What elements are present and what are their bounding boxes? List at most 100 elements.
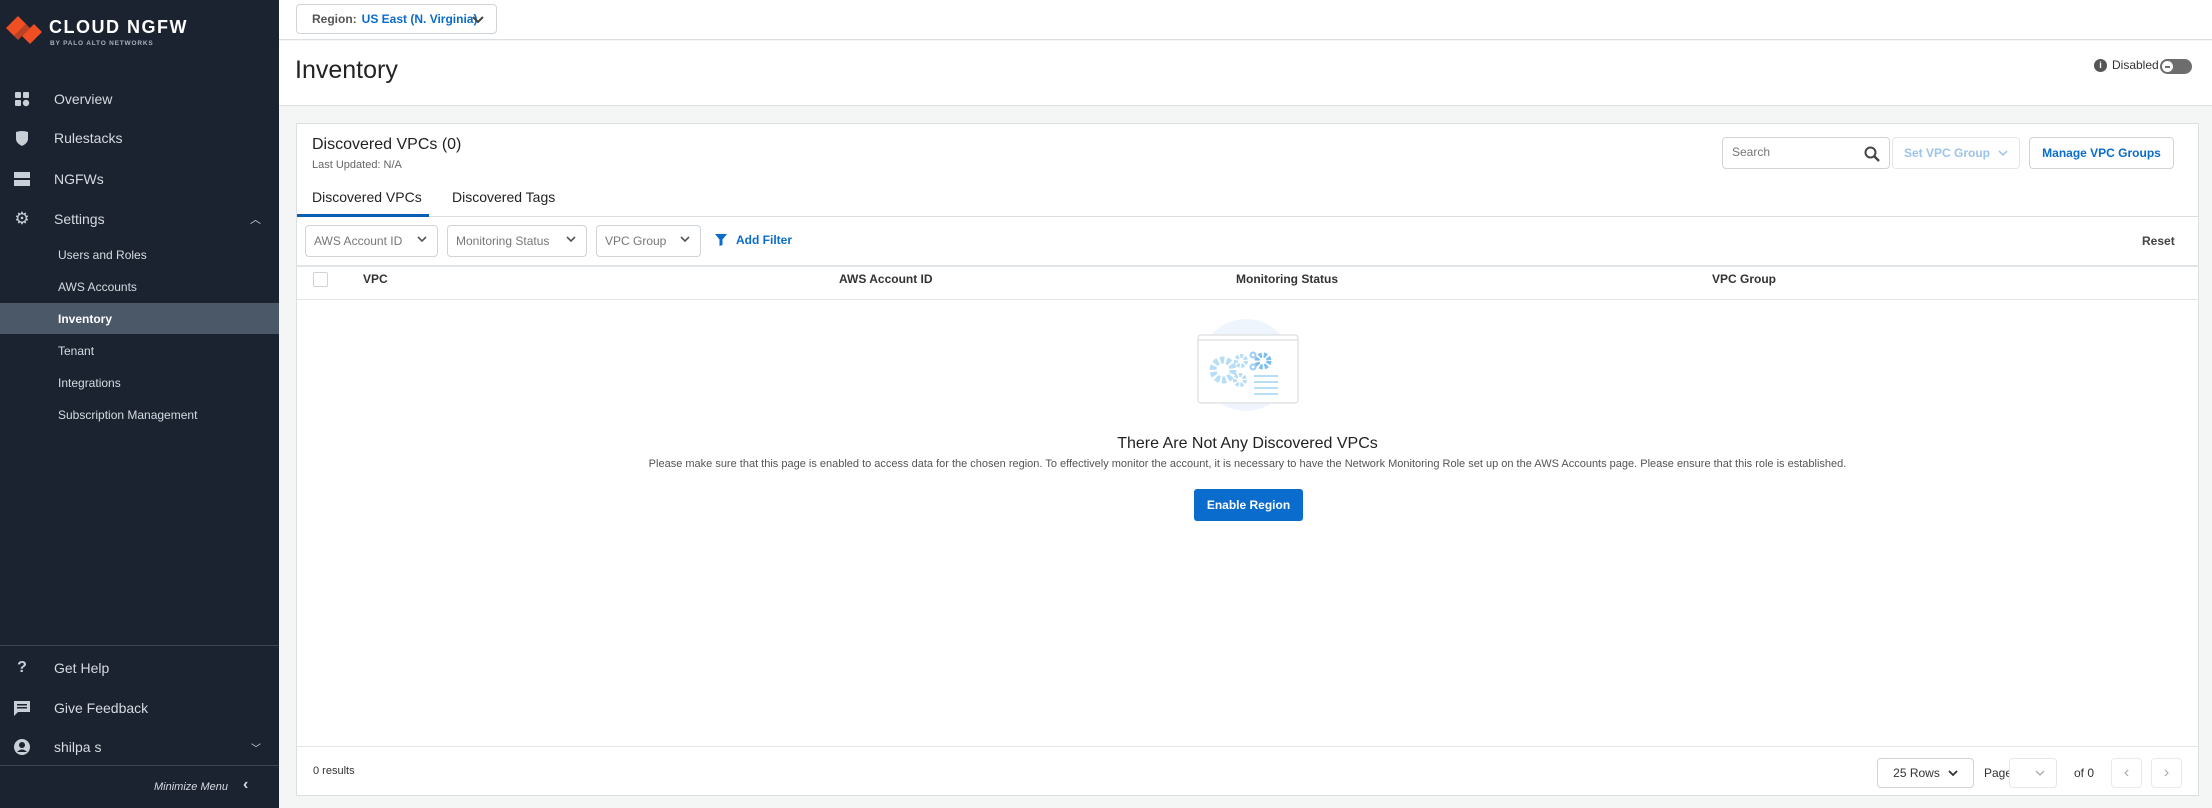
toggle-knob — [2162, 61, 2173, 72]
empty-state-illustration-icon — [1197, 319, 1299, 411]
info-icon[interactable]: i — [2094, 59, 2107, 72]
empty-state-title: There Are Not Any Discovered VPCs — [1117, 435, 1378, 452]
chevron-down-icon — [1998, 149, 2008, 156]
chevron-down-icon — [680, 236, 690, 243]
sidebar-item-overview[interactable]: Overview — [0, 83, 279, 115]
column-header-vpc-group[interactable]: VPC Group — [1712, 272, 1776, 286]
enable-region-button[interactable]: Enable Region — [1194, 489, 1303, 521]
page-select[interactable] — [2009, 758, 2057, 788]
region-selector[interactable]: Region: US East (N. Virginia) — [296, 4, 497, 34]
results-count: 0 results — [313, 765, 355, 777]
chevron-down-icon — [2035, 770, 2045, 776]
page-label: Page — [1984, 766, 2013, 780]
chevron-down-icon — [417, 236, 427, 243]
filter-label: Monitoring Status — [456, 234, 550, 248]
sidebar-subitem-label: Tenant — [58, 343, 95, 358]
last-updated: Last Updated: N/A — [312, 159, 402, 171]
chevron-down-icon — [566, 236, 576, 243]
sidebar-subitem-users-and-roles[interactable]: Users and Roles — [0, 239, 279, 270]
page-title: Inventory — [295, 56, 398, 84]
brand-subtitle: BY PALO ALTO NETWORKS — [50, 40, 154, 47]
status-toggle[interactable] — [2160, 59, 2192, 74]
active-tab-indicator — [297, 214, 429, 217]
inventory-card: Discovered VPCs (0) Last Updated: N/A Se… — [296, 123, 2199, 796]
status-label: Disabled — [2112, 58, 2159, 72]
sidebar-subitem-label: Inventory — [58, 311, 113, 326]
chevron-right-icon: › — [2163, 764, 2170, 781]
search-input[interactable] — [1732, 145, 1852, 159]
minus-icon — [2165, 66, 2170, 68]
sidebar-item-label: Rulestacks — [54, 130, 123, 146]
filter-aws-account-id[interactable]: AWS Account ID — [305, 225, 438, 257]
sidebar-item-label: Settings — [54, 211, 105, 227]
filter-vpc-group[interactable]: VPC Group — [596, 225, 701, 257]
tab-discovered-vpcs[interactable]: Discovered VPCs — [312, 189, 422, 205]
reset-button[interactable]: Reset — [2142, 234, 2175, 248]
page-total: of 0 — [2074, 766, 2095, 780]
add-filter-button[interactable]: Add Filter — [715, 233, 792, 247]
select-all-checkbox[interactable] — [313, 272, 328, 287]
table-header-border — [297, 299, 2198, 300]
divider — [0, 765, 279, 766]
sidebar-item-rulestacks[interactable]: Rulestacks — [0, 122, 279, 154]
feedback-icon — [13, 699, 31, 717]
sidebar-item-settings[interactable]: ⚙ Settings ︿ — [0, 203, 279, 235]
filter-monitoring-status[interactable]: Monitoring Status — [447, 225, 587, 257]
sidebar-subitem-subscription-management[interactable]: Subscription Management — [0, 399, 279, 430]
sidebar-subitem-label: Users and Roles — [58, 247, 147, 262]
rows-label: 25 Rows — [1893, 766, 1940, 780]
sidebar-item-get-help[interactable]: ? Get Help — [0, 652, 279, 684]
sidebar-subitem-label: Integrations — [58, 375, 121, 390]
sidebar-subitem-aws-accounts[interactable]: AWS Accounts — [0, 271, 279, 302]
sidebar-subitem-label: AWS Accounts — [58, 279, 137, 294]
sidebar-item-label: Get Help — [54, 660, 110, 676]
next-page-button[interactable]: › — [2151, 758, 2182, 788]
chevron-down-icon — [1948, 769, 1958, 776]
sidebar-item-label: Give Feedback — [54, 700, 149, 716]
sidebar-subitem-tenant[interactable]: Tenant — [0, 335, 279, 366]
column-header-aws-account-id[interactable]: AWS Account ID — [839, 272, 933, 286]
user-name: shilpa s — [54, 739, 102, 755]
footer-divider — [297, 746, 2198, 747]
shield-icon — [13, 129, 31, 147]
region-label: Region: — [312, 12, 357, 26]
sidebar-subitem-integrations[interactable]: Integrations — [0, 367, 279, 398]
region-value: US East (N. Virginia) — [361, 12, 478, 26]
palo-alto-logo-icon — [6, 16, 42, 44]
help-icon: ? — [17, 659, 27, 676]
tab-divider — [297, 216, 2198, 217]
sidebar-subitem-inventory[interactable]: Inventory — [0, 303, 279, 334]
rows-per-page-select[interactable]: 25 Rows — [1877, 758, 1974, 788]
sidebar-item-label: Overview — [54, 91, 113, 107]
add-filter-label: Add Filter — [736, 233, 792, 247]
column-header-monitoring-status[interactable]: Monitoring Status — [1236, 272, 1338, 286]
chevron-left-icon[interactable]: ‹ — [243, 776, 248, 794]
server-icon — [13, 170, 31, 188]
empty-state-description: Please make sure that this page is enabl… — [648, 458, 1847, 470]
set-vpc-group-button[interactable]: Set VPC Group — [1892, 137, 2020, 169]
user-menu[interactable]: shilpa s ﹀ — [0, 731, 279, 763]
brand-name: CLOUD NGFW — [49, 17, 188, 37]
button-label: Set VPC Group — [1903, 146, 1990, 160]
table-top-border — [297, 265, 2198, 267]
filter-icon — [715, 234, 727, 246]
gear-icon: ⚙ — [14, 209, 30, 228]
previous-page-button[interactable]: ‹ — [2111, 758, 2142, 788]
chevron-up-icon: ︿ — [250, 214, 261, 226]
search-icon[interactable] — [1864, 146, 1880, 162]
search-box[interactable] — [1722, 137, 1890, 169]
sidebar-item-ngfws[interactable]: NGFWs — [0, 163, 279, 195]
column-header-vpc[interactable]: VPC — [363, 272, 388, 286]
logo — [4, 14, 44, 51]
tab-discovered-tags[interactable]: Discovered Tags — [452, 189, 555, 205]
user-icon — [13, 738, 31, 756]
chevron-down-icon: ﹀ — [251, 744, 261, 755]
sidebar-subitem-label: Subscription Management — [58, 407, 198, 422]
sidebar-item-give-feedback[interactable]: Give Feedback — [0, 692, 279, 724]
grid-icon — [13, 90, 31, 108]
sidebar-item-label: NGFWs — [54, 171, 104, 187]
divider — [0, 645, 279, 646]
minimize-menu-button[interactable]: Minimize Menu — [154, 781, 228, 793]
top-bar — [279, 0, 2212, 40]
manage-vpc-groups-button[interactable]: Manage VPC Groups — [2029, 137, 2174, 169]
